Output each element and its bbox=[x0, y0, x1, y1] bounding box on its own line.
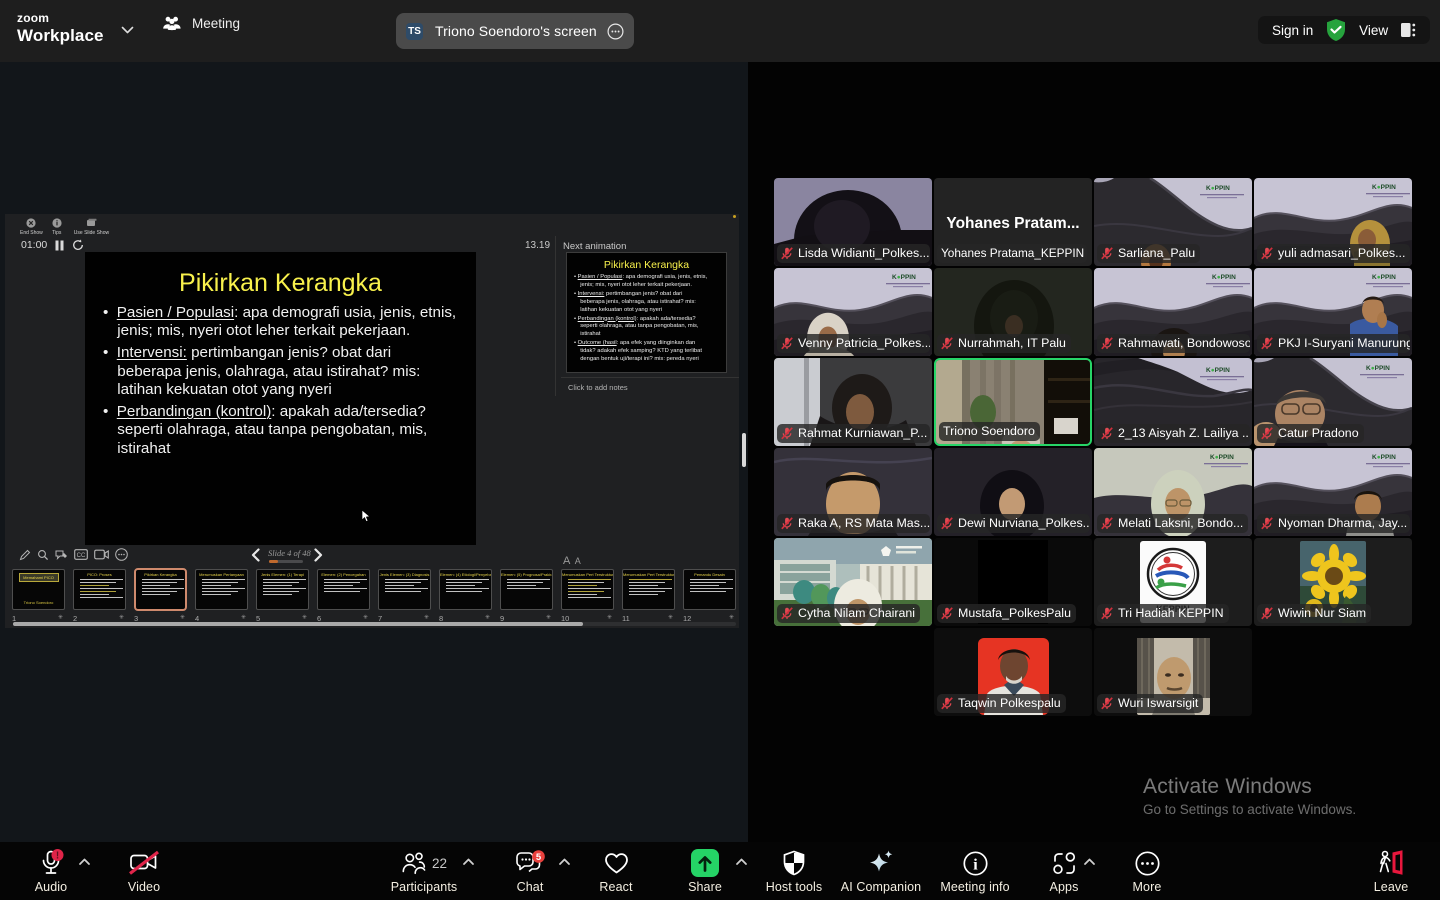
svg-text:!: ! bbox=[56, 851, 59, 862]
svg-text:K●PPIN: K●PPIN bbox=[1210, 454, 1234, 461]
svg-text:K●PPIN: K●PPIN bbox=[1366, 365, 1390, 372]
svg-text:i: i bbox=[973, 856, 978, 873]
svg-text:CC: CC bbox=[77, 553, 86, 559]
svg-text:5: 5 bbox=[536, 852, 542, 863]
svg-text:K●PPIN: K●PPIN bbox=[892, 274, 916, 281]
svg-text:K●PPIN: K●PPIN bbox=[1212, 274, 1236, 281]
svg-text:K●PPIN: K●PPIN bbox=[1206, 367, 1230, 374]
svg-text:K●PPIN: K●PPIN bbox=[1372, 274, 1396, 281]
svg-text:Yohanes Pratam...: Yohanes Pratam... bbox=[946, 215, 1079, 232]
svg-text:K●PPIN: K●PPIN bbox=[1206, 185, 1230, 192]
svg-text:K●PPIN: K●PPIN bbox=[1372, 184, 1396, 191]
svg-text:K●PPIN: K●PPIN bbox=[1372, 454, 1396, 461]
